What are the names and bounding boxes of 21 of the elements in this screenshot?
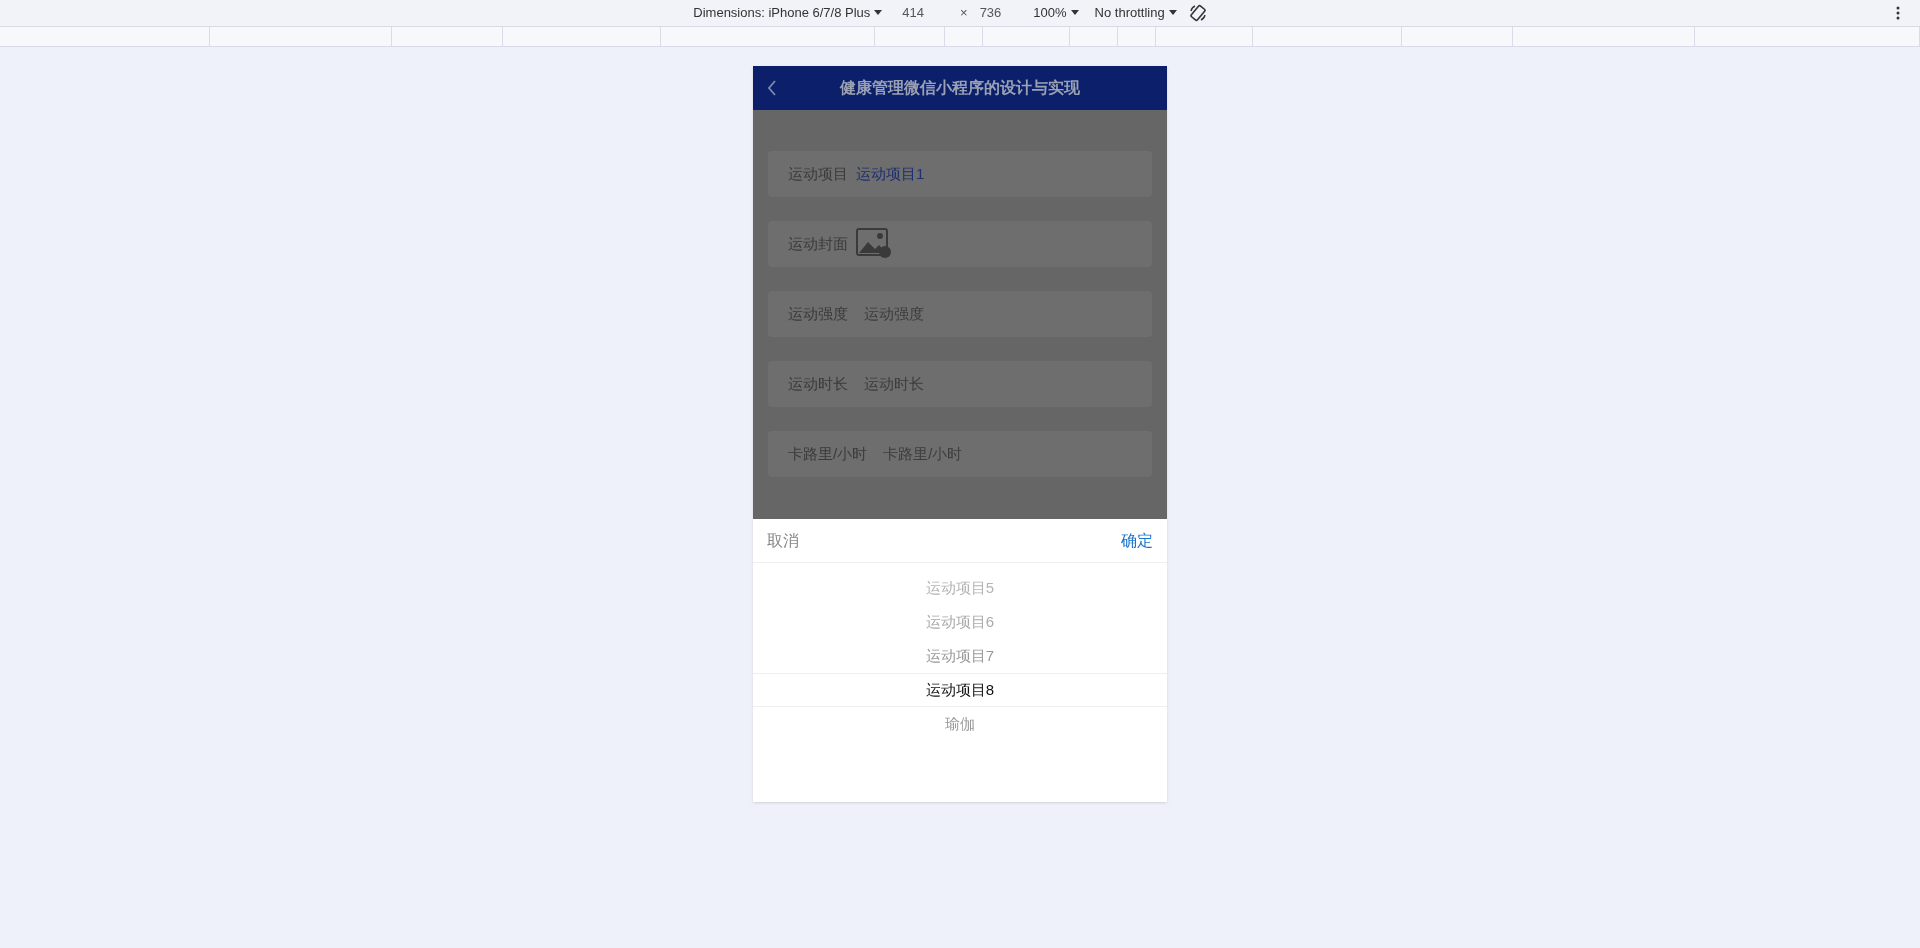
height-field[interactable]: 736 <box>979 3 1002 23</box>
picker-option[interactable]: 运动项目6 <box>753 605 1167 639</box>
picker-option[interactable]: 瑜伽 <box>753 707 1167 741</box>
picker-option[interactable]: 运动项目7 <box>753 639 1167 673</box>
field-value[interactable]: 运动项目1 <box>856 162 925 186</box>
picker-option[interactable]: 运动项目8 <box>753 673 1167 707</box>
device-dropdown[interactable]: Dimensions: iPhone 6/7/8 Plus <box>693 3 883 23</box>
width-field[interactable]: 414 <box>902 3 925 23</box>
picker-option[interactable]: 运动项目5 <box>753 571 1167 605</box>
rotate-icon[interactable] <box>1188 4 1207 22</box>
caret-icon <box>874 10 883 16</box>
page-title: 健康管理微信小程序的设计与实现 <box>840 78 1080 98</box>
times-sign: × <box>960 4 968 23</box>
more-icon[interactable] <box>1896 6 1900 20</box>
caret-icon <box>1168 10 1177 16</box>
caret-icon <box>1070 10 1079 16</box>
zoom-dropdown[interactable]: 100% <box>1033 3 1079 23</box>
cancel-button[interactable]: 取消 <box>767 528 799 553</box>
throttling-dropdown[interactable]: No throttling <box>1094 3 1177 23</box>
back-icon[interactable] <box>767 80 777 96</box>
confirm-button[interactable]: 确定 <box>1121 528 1153 553</box>
